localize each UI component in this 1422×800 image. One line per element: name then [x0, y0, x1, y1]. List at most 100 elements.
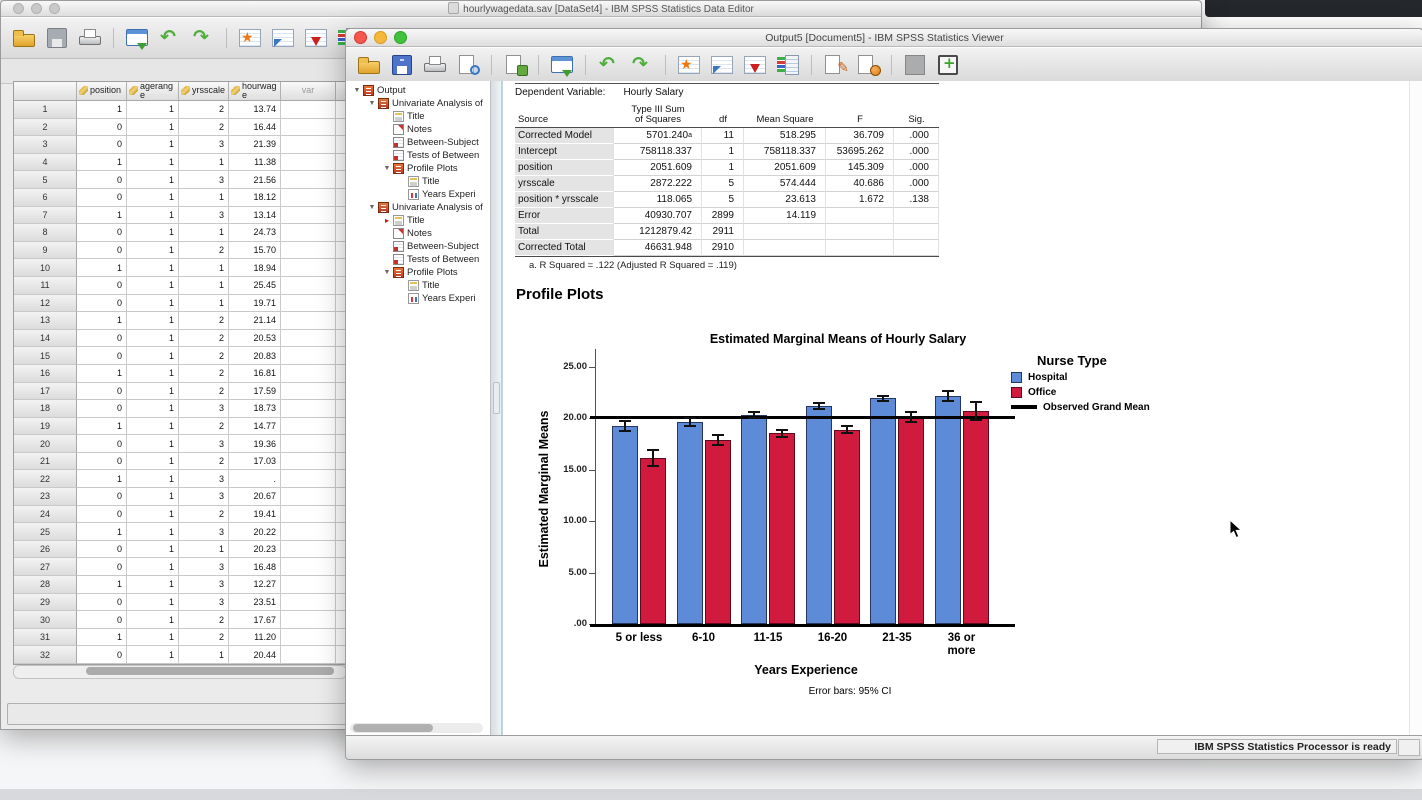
data-cell[interactable]: 0: [77, 435, 127, 453]
data-cell[interactable]: 1: [127, 593, 179, 612]
expander-icon[interactable]: ▼: [381, 269, 393, 276]
data-cell[interactable]: 1: [77, 312, 127, 330]
data-cell[interactable]: 1: [77, 153, 127, 172]
data-cell[interactable]: 24.73: [229, 224, 281, 242]
row-number-cell[interactable]: 25: [14, 523, 77, 541]
print-icon[interactable]: [422, 53, 448, 77]
data-cell[interactable]: 1: [179, 224, 229, 242]
data-cell[interactable]: [281, 276, 336, 295]
goto-case-icon[interactable]: [237, 26, 263, 50]
data-cell[interactable]: 3: [179, 171, 229, 189]
outline-item[interactable]: Years Experi: [346, 188, 490, 201]
row-number-cell[interactable]: 9: [14, 241, 77, 260]
data-cell[interactable]: 16.48: [229, 558, 281, 577]
data-cell[interactable]: 3: [179, 593, 229, 612]
row-number-cell[interactable]: 11: [14, 276, 77, 295]
data-cell[interactable]: 23.51: [229, 593, 281, 612]
data-cell[interactable]: 0: [77, 558, 127, 577]
data-cell[interactable]: 0: [77, 329, 127, 348]
data-cell[interactable]: 1: [77, 206, 127, 225]
data-cell[interactable]: 1: [127, 136, 179, 154]
viewer-titlebar[interactable]: Output5 [Document5] - IBM SPSS Statistic…: [346, 29, 1422, 47]
data-cell[interactable]: 1: [127, 611, 179, 629]
data-cell[interactable]: 1: [127, 276, 179, 295]
column-header-hourwage[interactable]: hourwag e: [229, 82, 281, 101]
data-cell[interactable]: [281, 611, 336, 629]
data-cell[interactable]: 0: [77, 171, 127, 189]
row-number-cell[interactable]: 10: [14, 259, 77, 277]
pane-splitter[interactable]: [491, 81, 502, 736]
data-cell[interactable]: [281, 347, 336, 365]
outline-item[interactable]: ▼ Univariate Analysis of: [346, 97, 490, 110]
row-number-cell[interactable]: 16: [14, 364, 77, 383]
save-icon[interactable]: [44, 26, 70, 50]
data-cell[interactable]: 1: [77, 101, 127, 119]
output-content-pane[interactable]: Dependent Variable: Hourly Salary Source T…: [502, 81, 1422, 736]
data-cell[interactable]: [281, 171, 336, 189]
column-header-position[interactable]: position: [77, 82, 127, 101]
data-cell[interactable]: 19.71: [229, 294, 281, 313]
zoom-button[interactable]: [394, 31, 407, 44]
outline-item[interactable]: Title: [346, 110, 490, 123]
data-cell[interactable]: 1: [127, 488, 179, 506]
outline-item[interactable]: Notes: [346, 227, 490, 240]
expander-icon[interactable]: ▼: [366, 204, 378, 211]
row-number-cell[interactable]: 12: [14, 294, 77, 313]
data-cell[interactable]: 2: [179, 382, 229, 401]
data-cell[interactable]: 1: [127, 646, 179, 664]
minimize-button[interactable]: [31, 3, 42, 14]
data-cell[interactable]: 18.12: [229, 188, 281, 207]
data-cell[interactable]: [281, 435, 336, 453]
export-icon[interactable]: [502, 53, 528, 77]
data-cell[interactable]: [281, 294, 336, 313]
data-cell[interactable]: 0: [77, 188, 127, 207]
data-cell[interactable]: 2: [179, 101, 229, 119]
data-cell[interactable]: 3: [179, 576, 229, 594]
data-cell[interactable]: 1: [127, 171, 179, 189]
data-cell[interactable]: 2: [179, 312, 229, 330]
row-number-cell[interactable]: 21: [14, 452, 77, 471]
data-cell[interactable]: 1: [127, 540, 179, 559]
data-cell[interactable]: 3: [179, 206, 229, 225]
data-cell[interactable]: [281, 488, 336, 506]
row-number-cell[interactable]: 7: [14, 206, 77, 225]
data-cell[interactable]: [281, 364, 336, 383]
expander-icon[interactable]: ▼: [366, 100, 378, 107]
grid-corner-cell[interactable]: [14, 82, 77, 101]
data-cell[interactable]: 1: [127, 470, 179, 489]
data-cell[interactable]: 0: [77, 611, 127, 629]
data-cell[interactable]: 16.44: [229, 118, 281, 137]
outline-item[interactable]: ▼ Profile Plots: [346, 266, 490, 279]
print-icon[interactable]: [77, 26, 103, 50]
output-outline-pane[interactable]: ▼ Output ▼ Univariate Analysis of Title Notes…: [346, 81, 491, 736]
data-cell[interactable]: 19.36: [229, 435, 281, 453]
row-number-cell[interactable]: 31: [14, 628, 77, 647]
data-cell[interactable]: 0: [77, 241, 127, 260]
row-number-cell[interactable]: 15: [14, 347, 77, 365]
data-cell[interactable]: 0: [77, 276, 127, 295]
data-cell[interactable]: 2: [179, 452, 229, 471]
goto-case-icon[interactable]: [676, 53, 702, 77]
data-cell[interactable]: [281, 558, 336, 577]
data-cell[interactable]: 1: [179, 646, 229, 664]
data-cell[interactable]: 1: [127, 294, 179, 313]
data-cell[interactable]: [281, 576, 336, 594]
data-cell[interactable]: 1: [127, 364, 179, 383]
data-cell[interactable]: [281, 400, 336, 418]
data-cell[interactable]: 20.22: [229, 523, 281, 541]
data-grid[interactable]: position agerang e yrsscale hourwag e var 1 1 1…: [13, 81, 347, 665]
outline-item[interactable]: ▼ Univariate Analysis of: [346, 201, 490, 214]
data-cell[interactable]: 0: [77, 452, 127, 471]
data-cell[interactable]: 2: [179, 505, 229, 524]
data-cell[interactable]: [281, 628, 336, 647]
expander-icon[interactable]: ▼: [381, 165, 393, 172]
data-cell[interactable]: 17.67: [229, 611, 281, 629]
scrollbar-thumb[interactable]: [353, 724, 433, 732]
data-cell[interactable]: [281, 523, 336, 541]
designate-window-icon[interactable]: [902, 53, 928, 77]
data-cell[interactable]: [281, 241, 336, 260]
data-cell[interactable]: [281, 224, 336, 242]
undo-icon[interactable]: [596, 53, 622, 77]
row-number-cell[interactable]: 28: [14, 576, 77, 594]
row-number-cell[interactable]: 29: [14, 593, 77, 612]
